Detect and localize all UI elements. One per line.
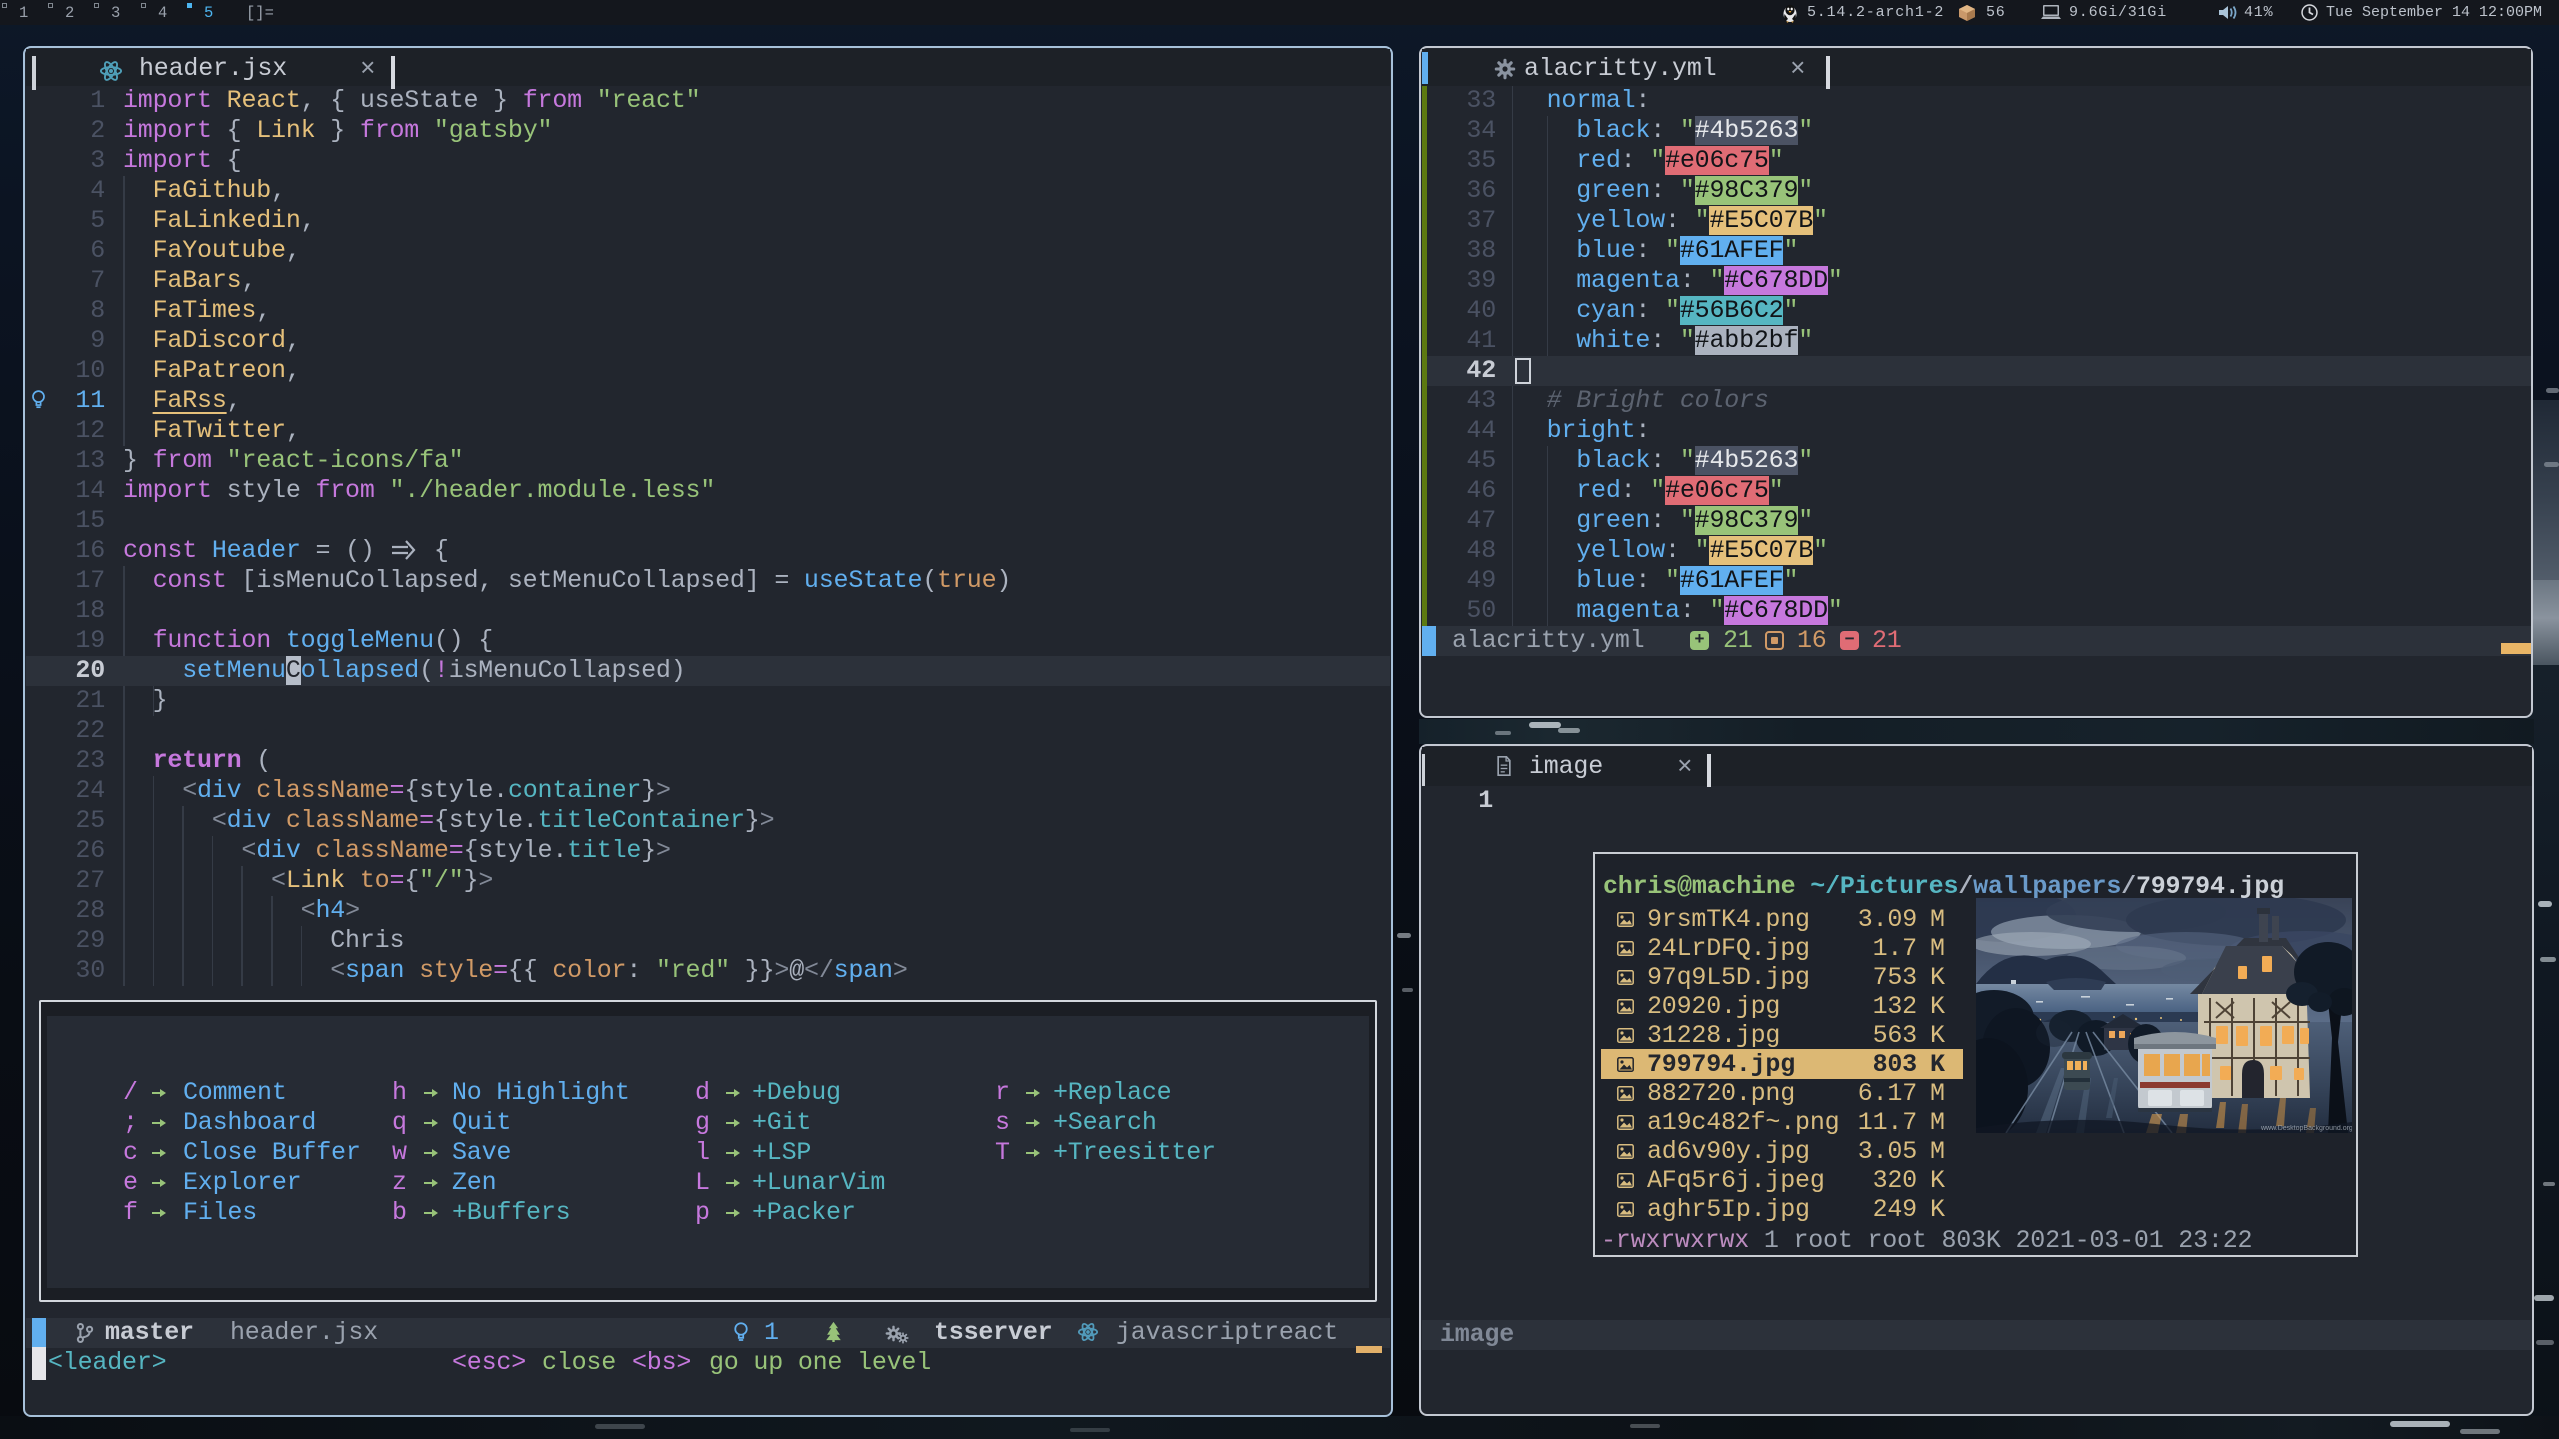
svg-text:www.DesktopBackground.org: www.DesktopBackground.org — [2260, 1125, 2352, 1132]
